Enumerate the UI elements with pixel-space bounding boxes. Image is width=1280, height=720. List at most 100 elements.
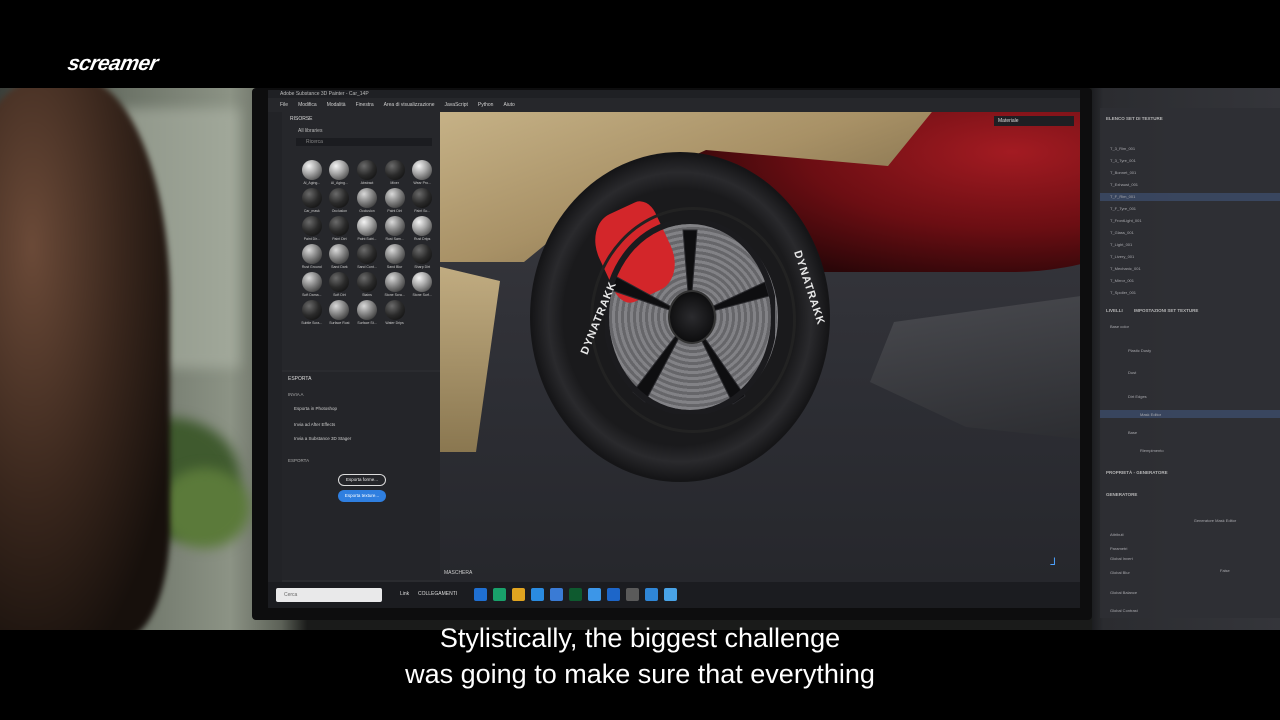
- taskbar-app-icon[interactable]: [588, 588, 601, 601]
- send-stager-item[interactable]: Invia a Substance 3D Stager: [294, 436, 351, 441]
- material-thumbnail[interactable]: Stone Scra...: [383, 272, 407, 297]
- material-thumbnail[interactable]: Paint Dirt: [383, 188, 407, 213]
- export-meshes-button[interactable]: Esporta forme...: [338, 474, 386, 486]
- send-to-section: INVIA A: [288, 392, 304, 397]
- material-thumbnail[interactable]: Sand Dark: [328, 244, 352, 269]
- attributes-section[interactable]: Attributi: [1110, 532, 1124, 537]
- texture-set-item[interactable]: T_F_Rim_001: [1110, 194, 1135, 199]
- texture-set-item[interactable]: T_Light_001: [1110, 242, 1132, 247]
- layer-item[interactable]: Mask Editor: [1140, 412, 1161, 417]
- material-thumbnail[interactable]: Surface St...: [355, 300, 379, 325]
- material-preview-sphere: [301, 188, 322, 208]
- material-thumbnail[interactable]: Sand Blur: [383, 244, 407, 269]
- material-thumbnail[interactable]: Al_Aging...: [300, 160, 324, 185]
- parameters-section[interactable]: Parametri: [1110, 546, 1127, 551]
- menu-item[interactable]: Finestra: [356, 98, 374, 112]
- texture-set-item[interactable]: T_Mechanic_001: [1110, 266, 1141, 271]
- taskbar-app-icon[interactable]: [550, 588, 563, 601]
- param-global-contrast: Global Contrast: [1110, 608, 1138, 613]
- taskbar-app-icon[interactable]: [664, 588, 677, 601]
- layer-item[interactable]: Riempimento: [1140, 448, 1164, 453]
- subtitle-line-2: was going to make sure that everything: [405, 659, 875, 689]
- texture-settings-tab[interactable]: IMPOSTAZIONI SET TEXTURE: [1134, 308, 1198, 313]
- taskbar-app-icon[interactable]: [493, 588, 506, 601]
- taskbar-app-icon[interactable]: [645, 588, 658, 601]
- layer-item[interactable]: Dirt Edges: [1128, 394, 1147, 399]
- material-thumbnail[interactable]: Rust Ground: [300, 244, 324, 269]
- material-preview-sphere: [384, 300, 405, 320]
- texture-set-item[interactable]: T_Spoiler_001: [1110, 290, 1136, 295]
- texture-set-item[interactable]: T_Exhaust_001: [1110, 182, 1138, 187]
- material-thumbnail[interactable]: Abstract: [355, 160, 379, 185]
- material-thumbnail[interactable]: Sand Cont...: [355, 244, 379, 269]
- material-thumbnail[interactable]: Mixer: [383, 160, 407, 185]
- taskbar-app-icon[interactable]: [512, 588, 525, 601]
- material-thumbnail[interactable]: Soft Dama...: [300, 272, 324, 297]
- menu-item[interactable]: Area di visualizzazione: [384, 98, 435, 112]
- material-thumbnail[interactable]: Stone Surf...: [410, 272, 434, 297]
- material-preview-sphere: [384, 244, 405, 264]
- texture-set-item[interactable]: T_Bonnet_001: [1110, 170, 1136, 175]
- texture-set-item[interactable]: T_3_Rim_001: [1110, 146, 1135, 151]
- texture-set-list-title: ELENCO SET DI TEXTURE: [1106, 116, 1163, 121]
- taskbar-app-icon[interactable]: [531, 588, 544, 601]
- layer-item[interactable]: Base: [1128, 430, 1137, 435]
- taskbar-connections-label[interactable]: COLLEGAMENTI: [418, 591, 457, 597]
- material-thumbnail[interactable]: Occlusion: [355, 188, 379, 213]
- taskbar-app-icon[interactable]: [626, 588, 639, 601]
- menu-item[interactable]: File: [280, 98, 288, 112]
- layer-item[interactable]: Plastic Dusty: [1128, 348, 1151, 353]
- material-thumbnail[interactable]: Wear Pro...: [410, 160, 434, 185]
- material-preview-sphere: [329, 188, 350, 208]
- taskbar-app-icon[interactable]: [474, 588, 487, 601]
- material-thumbnail[interactable]: Sharp Dirt: [410, 244, 434, 269]
- material-thumbnail[interactable]: [410, 300, 434, 325]
- texture-set-item[interactable]: T_Glass_001: [1110, 230, 1134, 235]
- export-photoshop-item[interactable]: Esporta in Photoshop: [294, 406, 337, 411]
- taskbar-app-icon[interactable]: [607, 588, 620, 601]
- menu-item[interactable]: JavaScript: [445, 98, 468, 112]
- material-thumbnail[interactable]: Al_Aging...: [328, 160, 352, 185]
- viewport-mode-dropdown[interactable]: Materiale: [994, 116, 1074, 126]
- material-preview-sphere: [329, 244, 350, 264]
- material-thumbnail[interactable]: Subtle Scra...: [300, 300, 324, 325]
- menu-item[interactable]: Aiuto: [503, 98, 514, 112]
- material-thumbnail[interactable]: Car_mask: [300, 188, 324, 213]
- layer-item[interactable]: Dust: [1128, 370, 1136, 375]
- menu-item[interactable]: Python: [478, 98, 494, 112]
- menu-item[interactable]: Modifica: [298, 98, 317, 112]
- material-thumbnail[interactable]: Surface Rust: [328, 300, 352, 325]
- material-thumbnail[interactable]: Water Drips: [383, 300, 407, 325]
- channel-dropdown[interactable]: Base color: [1110, 324, 1129, 329]
- generator-selector[interactable]: Generatore Mask Editor: [1180, 518, 1250, 523]
- taskbar-app-icon[interactable]: [569, 588, 582, 601]
- material-preview-sphere: [412, 244, 433, 264]
- texture-set-item[interactable]: T_Mirror_001: [1110, 278, 1134, 283]
- send-after-effects-item[interactable]: Invia ad After Effects: [294, 422, 335, 427]
- material-thumbnail[interactable]: Occlusion: [328, 188, 352, 213]
- taskbar-link-label[interactable]: Link: [400, 591, 409, 597]
- material-thumbnail[interactable]: Paint Dirt: [328, 216, 352, 241]
- texture-set-item[interactable]: T_Livery_001: [1110, 254, 1134, 259]
- material-thumbnail[interactable]: Stains: [355, 272, 379, 297]
- material-thumbnail[interactable]: Paint Subt...: [355, 216, 379, 241]
- taskbar-search-input[interactable]: Cerca: [276, 588, 382, 602]
- export-textures-button[interactable]: Esporta texture...: [338, 490, 386, 502]
- layers-tab[interactable]: LIVELLI: [1106, 308, 1123, 313]
- texture-set-item[interactable]: T_F_Tyre_001: [1110, 206, 1136, 211]
- texture-set-item[interactable]: T_FrontLight_001: [1110, 218, 1142, 223]
- material-label: Paint Subt...: [357, 237, 377, 241]
- material-thumbnail[interactable]: Paint Dir...: [300, 216, 324, 241]
- menu-item[interactable]: Modalità: [327, 98, 346, 112]
- texture-set-item[interactable]: T_3_Tyre_001: [1110, 158, 1136, 163]
- material-thumbnail[interactable]: Soft Dirt: [328, 272, 352, 297]
- 3d-viewport[interactable]: DYNATRAKK DYNATRAKK Materiale MASCHERA ⅃: [440, 112, 1080, 582]
- tool-strip[interactable]: [268, 112, 282, 582]
- shelf-search-input[interactable]: Ricerca: [296, 138, 432, 146]
- menu-bar: File Modifica Modalità Finestra Area di visu…: [268, 98, 1080, 112]
- global-invert-value[interactable]: False: [1220, 568, 1230, 573]
- material-thumbnail[interactable]: Rust Sam...: [383, 216, 407, 241]
- material-thumbnail[interactable]: Paint Sc...: [410, 188, 434, 213]
- shelf-library-label[interactable]: All libraries: [298, 128, 322, 134]
- material-thumbnail[interactable]: Rust Drips: [410, 216, 434, 241]
